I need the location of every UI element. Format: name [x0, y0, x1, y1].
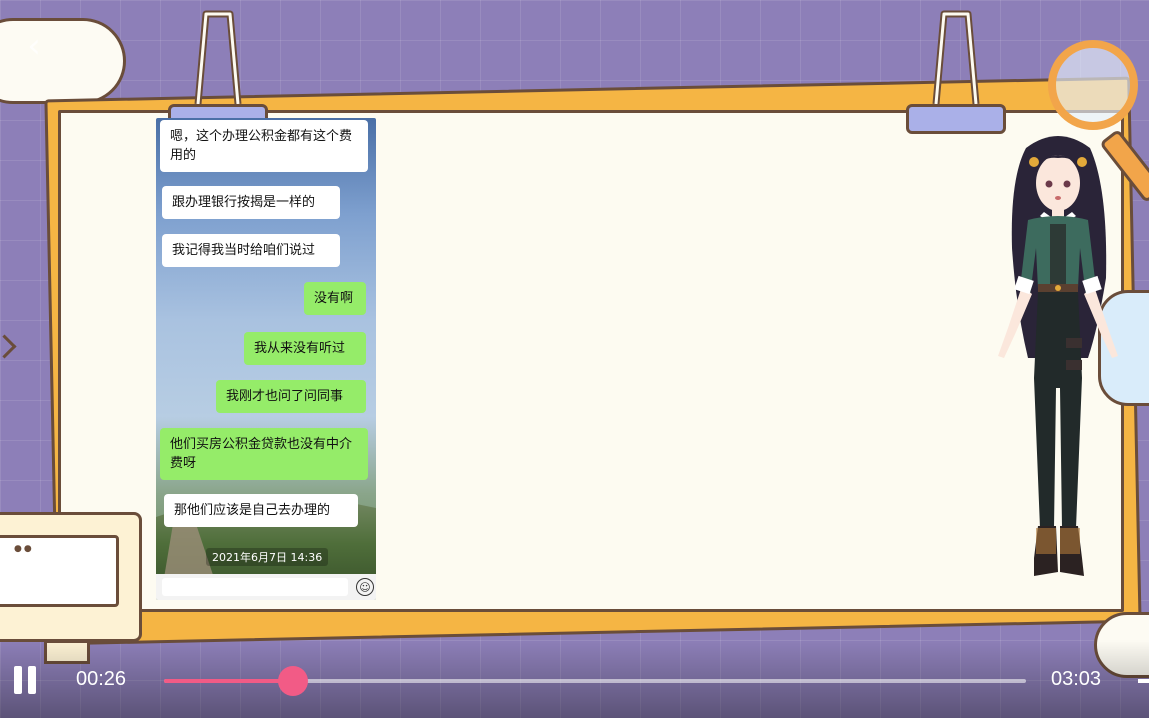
binder-clip-wire [932, 10, 980, 105]
chat-message-sent: 我从来没有听过 [244, 332, 366, 365]
emoji-icon[interactable]: ☺ [356, 578, 374, 596]
chat-message-sent: 他们买房公积金贷款也没有中介费呀 [160, 428, 368, 480]
monitor-screen: ●● [0, 535, 119, 607]
monitor-decoration-icon: ●● [0, 512, 142, 642]
anime-character-figure [998, 136, 1118, 576]
chat-timestamp: 2021年6月7日 14:36 [206, 548, 329, 566]
progress-track[interactable] [164, 666, 1026, 696]
arrow-decoration-icon [0, 334, 17, 359]
chat-message-received: 跟办理银行按揭是一样的 [162, 186, 340, 219]
current-time: 00:26 [76, 668, 127, 690]
pause-bar-left [14, 666, 22, 694]
back-chevron-icon[interactable]: ‹ [14, 26, 54, 66]
chat-message-sent: 没有啊 [304, 282, 366, 315]
fullscreen-edge-indicator [1138, 679, 1149, 683]
chat-input-bar: ☺ [156, 574, 376, 600]
pause-bar-right [28, 666, 36, 694]
magnifier-icon [1048, 40, 1138, 130]
monitor-dots: ●● [14, 544, 34, 554]
binder-clip-wire [194, 10, 242, 105]
binder-clip-left-icon [168, 4, 268, 134]
progress-fill [164, 679, 294, 683]
chat-message-received: 嗯，这个办理公积金都有这个费用的 [160, 120, 368, 172]
binder-clip-right-icon [906, 4, 1006, 134]
chat-message-sent: 我刚才也问了问同事 [216, 380, 366, 413]
character-face [1036, 155, 1080, 211]
pause-icon[interactable] [10, 666, 38, 694]
total-time: 03:03 [1051, 668, 1102, 690]
chat-input-field[interactable] [162, 578, 348, 596]
character-legs [1034, 292, 1082, 528]
chat-message-received: 我记得我当时给咱们说过 [162, 234, 340, 267]
chat-screenshot: 嗯，这个办理公积金都有这个费用的 跟办理银行按揭是一样的 我记得我当时给咱们说过… [156, 118, 376, 600]
chat-message-received: 那他们应该是自己去办理的 [164, 494, 358, 527]
